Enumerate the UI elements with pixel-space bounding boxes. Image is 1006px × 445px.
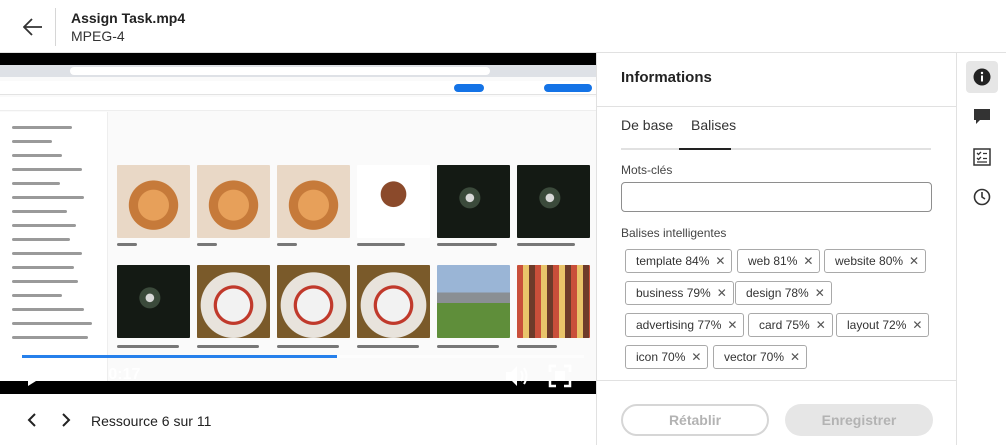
smart-tag: website 80% ✕: [824, 249, 927, 273]
tab-basic[interactable]: De base: [621, 117, 673, 133]
previous-resource-button[interactable]: [20, 408, 44, 432]
video-thumb: [357, 165, 430, 238]
video-thumb: [357, 265, 430, 338]
video-frame: [0, 65, 596, 381]
smart-tag: design 78% ✕: [735, 281, 832, 305]
tasks-rail-button[interactable]: [966, 141, 998, 173]
smart-tags-label: Balises intelligentes: [621, 226, 727, 240]
smart-tag-label: layout 72%: [847, 318, 907, 332]
video-thumb: [517, 165, 590, 238]
smart-tag: business 79% ✕: [625, 281, 734, 305]
remove-tag-icon[interactable]: ✕: [803, 255, 813, 267]
video-thumb: [117, 165, 190, 238]
back-button[interactable]: [16, 10, 50, 44]
volume-icon: [506, 366, 528, 386]
header-divider: [55, 8, 56, 46]
smart-tag: vector 70% ✕: [713, 345, 808, 369]
smart-tag: card 75% ✕: [748, 313, 833, 337]
play-icon: [28, 366, 44, 386]
chevron-right-icon: [62, 413, 71, 427]
tab-active-indicator: [679, 148, 731, 150]
video-player[interactable]: 0:10 / 0:17: [0, 53, 596, 394]
panel-title: Informations: [621, 69, 712, 86]
smart-tag-label: card 75%: [759, 318, 810, 332]
resource-counter: Ressource 6 sur 11: [91, 413, 212, 429]
remove-tag-icon[interactable]: ✕: [912, 319, 922, 331]
video-thumb: [197, 265, 270, 338]
remove-tag-icon[interactable]: ✕: [815, 287, 825, 299]
side-rail: [956, 53, 1006, 445]
info-panel: Informations De base Balises Mots-clés B…: [596, 53, 956, 445]
top-header: Assign Task.mp4 MPEG-4: [0, 0, 1006, 53]
remove-tag-icon[interactable]: ✕: [715, 255, 725, 267]
smart-tag-label: vector 70%: [724, 350, 785, 364]
tab-tags[interactable]: Balises: [691, 117, 736, 133]
video-thumb: [277, 165, 350, 238]
reset-button[interactable]: Rétablir: [621, 404, 769, 436]
video-app-bar: [0, 81, 596, 95]
resource-pager: Ressource 6 sur 11: [0, 394, 596, 445]
remove-tag-icon[interactable]: ✕: [691, 351, 701, 363]
file-type: MPEG-4: [71, 28, 125, 44]
remove-tag-icon[interactable]: ✕: [727, 319, 737, 331]
smart-tag-label: business 79%: [636, 286, 711, 300]
video-thumb: [197, 165, 270, 238]
smart-tag-label: web 81%: [748, 254, 798, 268]
keywords-input[interactable]: [621, 182, 932, 212]
task-list-icon: [973, 148, 991, 166]
fullscreen-icon: [548, 364, 572, 388]
history-icon: [973, 188, 991, 206]
volume-button[interactable]: [504, 363, 532, 389]
next-resource-button[interactable]: [54, 408, 78, 432]
tab-underline: [621, 148, 931, 150]
smart-tag-label: website 80%: [835, 254, 904, 268]
remove-tag-icon[interactable]: ✕: [909, 255, 919, 267]
video-thumb: [437, 165, 510, 238]
smart-tag: layout 72% ✕: [836, 313, 930, 337]
info-rail-button[interactable]: [966, 61, 998, 93]
info-icon: [973, 68, 991, 86]
remove-tag-icon[interactable]: ✕: [816, 319, 826, 331]
save-button[interactable]: Enregistrer: [785, 404, 933, 436]
panel-divider: [597, 106, 956, 107]
keywords-label: Mots-clés: [621, 163, 673, 177]
play-button[interactable]: [24, 365, 46, 387]
remove-tag-icon[interactable]: ✕: [790, 351, 800, 363]
arrow-left-icon: [23, 18, 42, 36]
smart-tag: web 81% ✕: [737, 249, 821, 273]
fullscreen-button[interactable]: [548, 364, 572, 388]
smart-tag-label: template 84%: [636, 254, 710, 268]
video-thumb: [437, 265, 510, 338]
history-rail-button[interactable]: [966, 181, 998, 213]
player-controls: 0:10 / 0:17: [0, 357, 596, 394]
smart-tag: template 84% ✕: [625, 249, 733, 273]
chevron-left-icon: [27, 413, 36, 427]
video-browser-bar: [0, 65, 596, 77]
time-display: 0:10 / 0:17: [63, 366, 141, 383]
smart-tag: icon 70% ✕: [625, 345, 709, 369]
video-toolbar: [0, 97, 596, 111]
panel-footer-divider: [597, 380, 956, 381]
video-thumb: [117, 265, 190, 338]
video-thumb: [277, 265, 350, 338]
smart-tag-label: icon 70%: [636, 350, 686, 364]
comment-icon: [974, 109, 990, 124]
smart-tag-label: design 78%: [746, 286, 809, 300]
video-thumb: [517, 265, 590, 338]
smart-tag: advertising 77% ✕: [625, 313, 745, 337]
remove-tag-icon[interactable]: ✕: [717, 287, 727, 299]
file-name: Assign Task.mp4: [71, 10, 186, 26]
video-sidebar: [0, 112, 108, 381]
comment-rail-button[interactable]: [966, 101, 998, 133]
smart-tag-label: advertising 77%: [636, 318, 722, 332]
